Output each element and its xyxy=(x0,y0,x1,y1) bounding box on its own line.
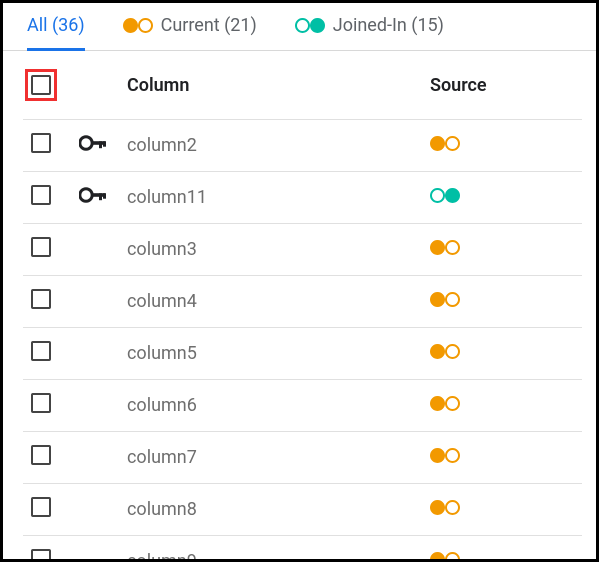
header-source: Source xyxy=(422,51,582,120)
tab-all-label: All (36) xyxy=(27,15,85,36)
header-column: Column xyxy=(119,51,422,120)
row-checkbox[interactable] xyxy=(31,289,51,309)
current-source-icon xyxy=(430,396,460,411)
tab-current-label: Current (21) xyxy=(161,15,257,36)
row-checkbox[interactable] xyxy=(31,237,51,257)
table-row: column3 xyxy=(23,224,582,276)
current-source-icon xyxy=(430,500,460,515)
columns-table: Column Source column2 column11 column3 c… xyxy=(23,51,582,559)
row-checkbox[interactable] xyxy=(31,133,51,153)
tab-joined-label: Joined-In (15) xyxy=(333,15,444,36)
tabs-bar: All (36) Current (21) Joined-In (15) xyxy=(3,3,596,51)
current-source-icon xyxy=(430,292,460,307)
column-name: column4 xyxy=(127,291,197,312)
select-all-highlight xyxy=(25,69,57,101)
row-checkbox[interactable] xyxy=(31,393,51,413)
tab-current[interactable]: Current (21) xyxy=(123,15,257,50)
column-name: column5 xyxy=(127,343,197,364)
table-row: column8 xyxy=(23,484,582,536)
table-row: column7 xyxy=(23,432,582,484)
current-source-icon xyxy=(123,18,153,33)
row-checkbox[interactable] xyxy=(31,185,51,205)
row-checkbox[interactable] xyxy=(31,497,51,517)
column-name: column11 xyxy=(127,187,207,208)
row-checkbox[interactable] xyxy=(31,445,51,465)
row-checkbox[interactable] xyxy=(31,341,51,361)
current-source-icon xyxy=(430,344,460,359)
table-row: column4 xyxy=(23,276,582,328)
tab-joined-in[interactable]: Joined-In (15) xyxy=(295,15,444,50)
column-name: column3 xyxy=(127,239,197,260)
primary-key-icon xyxy=(79,135,107,151)
current-source-icon xyxy=(430,240,460,255)
column-name: column9 xyxy=(127,551,197,559)
table-row: column9 xyxy=(23,536,582,560)
primary-key-icon xyxy=(79,187,107,203)
column-name: column7 xyxy=(127,447,197,468)
row-checkbox[interactable] xyxy=(31,549,51,559)
select-all-checkbox[interactable] xyxy=(31,75,51,95)
current-source-icon xyxy=(430,136,460,151)
current-source-icon xyxy=(430,552,460,559)
column-name: column8 xyxy=(127,499,197,520)
columns-table-scroll[interactable]: Column Source column2 column11 column3 c… xyxy=(3,51,596,559)
joined-source-icon xyxy=(295,18,325,33)
current-source-icon xyxy=(430,448,460,463)
tab-all[interactable]: All (36) xyxy=(27,15,85,50)
table-row: column11 xyxy=(23,172,582,224)
column-name: column6 xyxy=(127,395,197,416)
table-row: column6 xyxy=(23,380,582,432)
table-row: column2 xyxy=(23,120,582,172)
joined-source-icon xyxy=(430,188,460,203)
table-row: column5 xyxy=(23,328,582,380)
column-name: column2 xyxy=(127,135,197,156)
